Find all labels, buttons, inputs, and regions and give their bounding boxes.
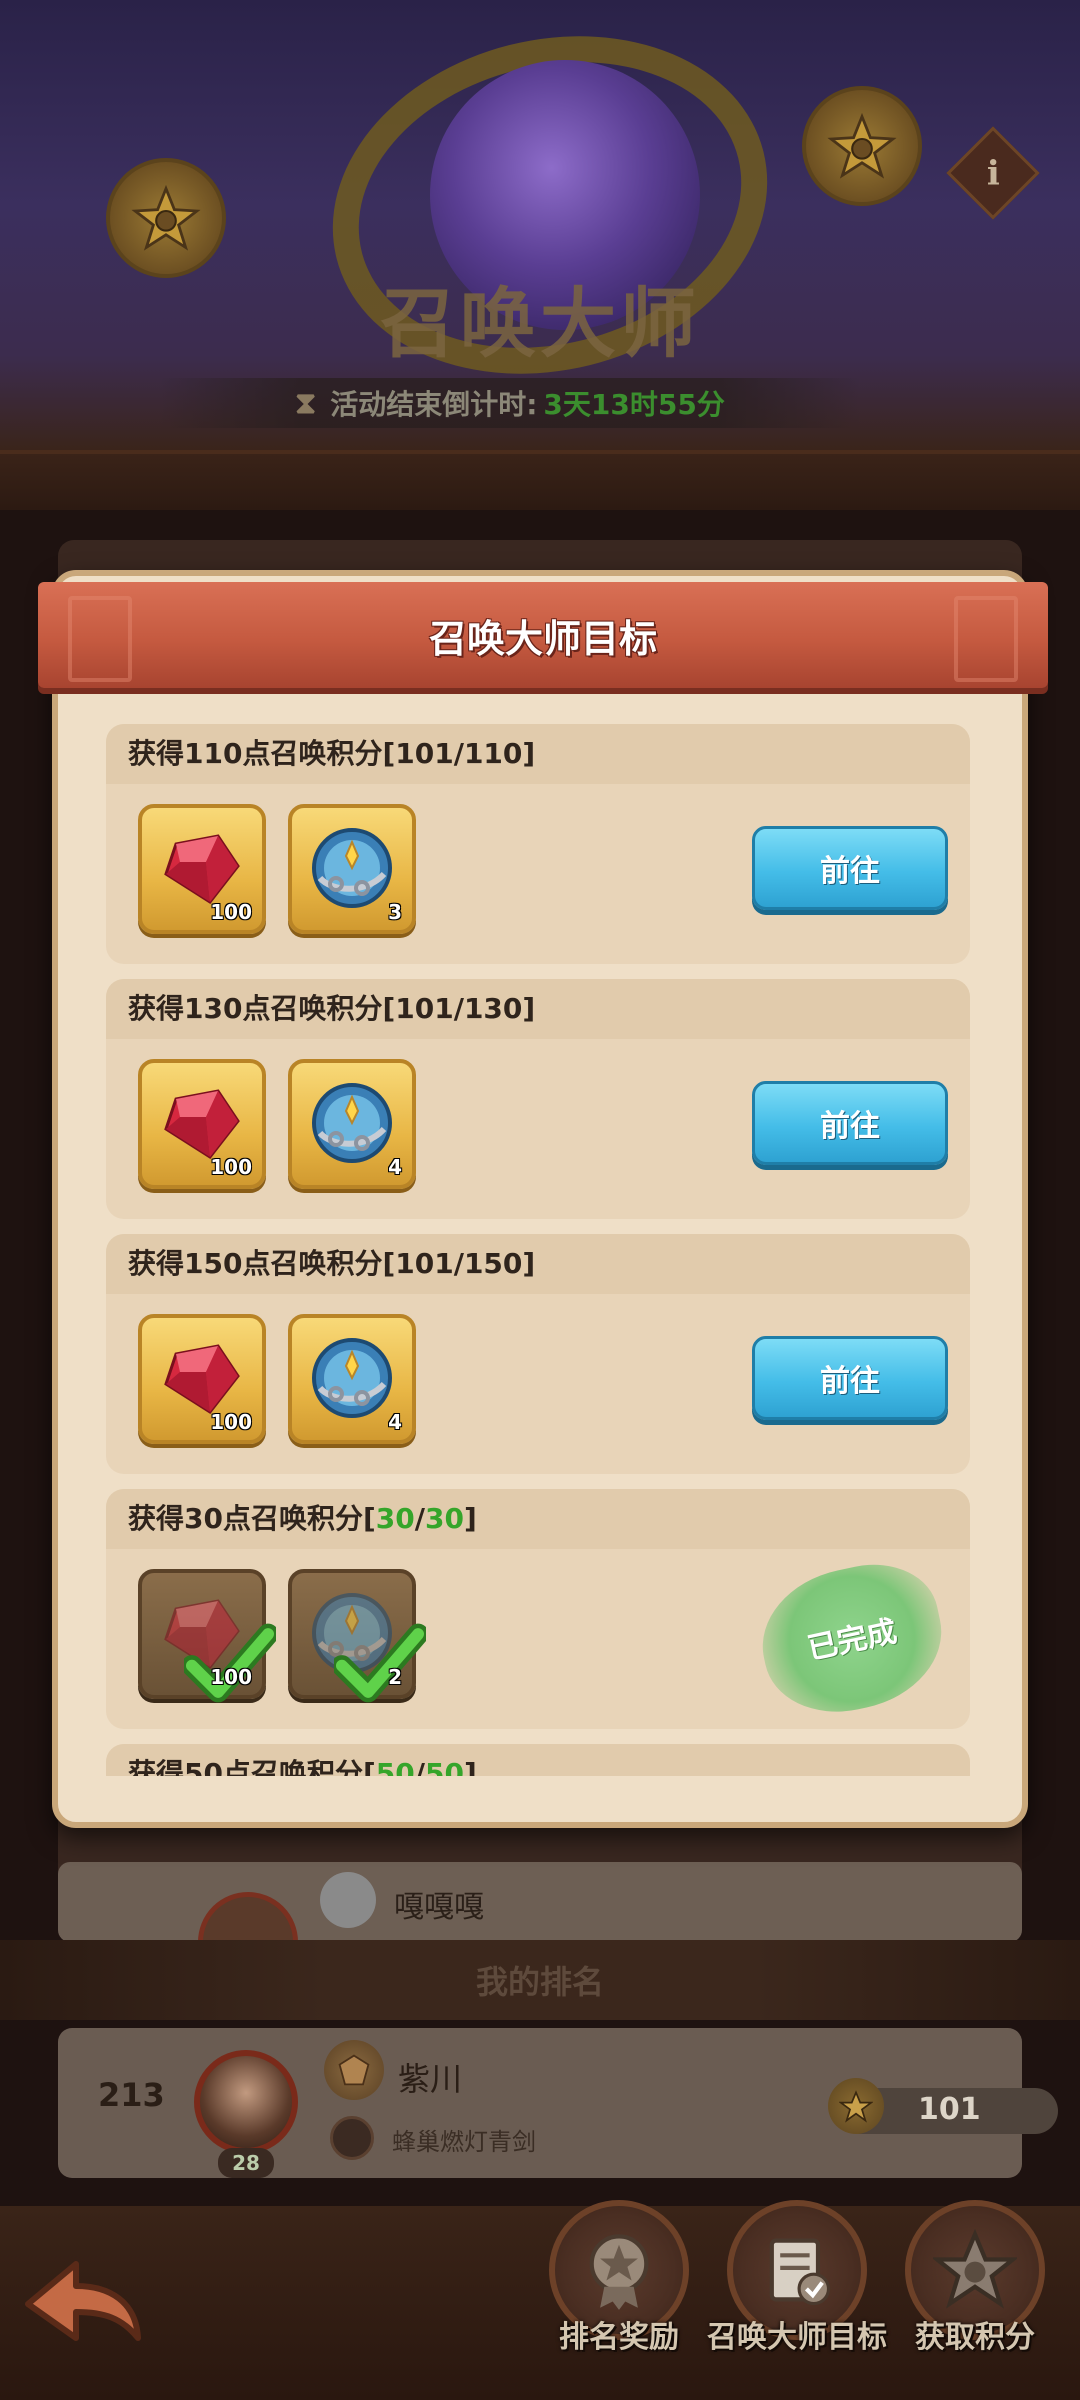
- progress-current: 101: [395, 1247, 454, 1280]
- reward-quantity: 100: [210, 1410, 252, 1434]
- goal-task: 获得50点召唤积分[50/50]: [106, 1744, 970, 1776]
- check-icon: [320, 1603, 426, 1703]
- reward-item[interactable]: 4: [288, 1059, 416, 1189]
- guild-name: 蜂巢燃灯青剑: [392, 2128, 536, 2156]
- my-score: 101: [918, 2092, 981, 2127]
- summon-goals-modal: 获得110点召唤积分[101/110] 100 3 前往 获得130点召唤积分[101/…: [52, 570, 1028, 1828]
- progress-current: 101: [395, 737, 454, 770]
- avatar[interactable]: [194, 2050, 298, 2154]
- task-list[interactable]: 获得110点召唤积分[101/110] 100 3 前往 获得130点召唤积分[101/…: [106, 724, 970, 1776]
- rank-badge-icon: [324, 2040, 384, 2100]
- goal-task: 获得130点召唤积分[101/130] 100 4 前往: [106, 979, 970, 1219]
- modal-title-ribbon: 召唤大师目标: [38, 582, 1048, 688]
- progress-separator: /: [453, 992, 464, 1025]
- progress-current: 50: [375, 1757, 415, 1776]
- progress-bracket: ]: [522, 737, 536, 770]
- goal-title-text: 获得130点召唤积分: [128, 992, 383, 1025]
- progress-current: 101: [395, 992, 454, 1025]
- progress-target: 110: [463, 737, 523, 770]
- reward-quantity: 100: [210, 1155, 252, 1179]
- my-rank-header: 我的排名: [0, 1940, 1080, 2020]
- goal-task: 获得110点召唤积分[101/110] 100 3 前往: [106, 724, 970, 964]
- progress-bracket: ]: [463, 1502, 477, 1535]
- progress-separator: /: [453, 737, 464, 770]
- my-rank-row[interactable]: 213 28 紫川 蜂巢燃灯青剑 101: [58, 2028, 1058, 2178]
- goal-task-title: 获得50点召唤积分[50/50]: [106, 1744, 970, 1776]
- progress-target: 50: [424, 1757, 464, 1776]
- back-button[interactable]: [18, 2246, 148, 2356]
- goal-task: 获得30点召唤积分[30/30] 100 2 已完成: [106, 1489, 970, 1729]
- go-button[interactable]: 前往: [752, 826, 948, 910]
- reward-item[interactable]: 100: [138, 1314, 266, 1444]
- reward-item[interactable]: 100: [138, 804, 266, 934]
- progress-bracket: [: [382, 1247, 396, 1280]
- progress-bracket: [: [382, 737, 396, 770]
- get-points-label: 获取积分: [915, 2320, 1035, 2355]
- summon-point-icon: [828, 2078, 884, 2134]
- my-rank-title: 我的排名: [475, 1963, 604, 2001]
- progress-target: 130: [463, 992, 523, 1025]
- goal-task-title: 获得130点召唤积分[101/130]: [106, 979, 970, 1039]
- progress-separator: /: [414, 1757, 425, 1776]
- go-button[interactable]: 前往: [752, 1336, 948, 1420]
- goal-task-title: 获得150点召唤积分[101/150]: [106, 1234, 970, 1294]
- progress-bracket: ]: [463, 1757, 477, 1776]
- player-level: 28: [218, 2148, 274, 2178]
- completed-stamp: 已完成: [749, 1551, 955, 1727]
- reward-quantity: 100: [210, 1665, 252, 1689]
- progress-current: 30: [375, 1502, 415, 1535]
- reward-item[interactable]: 3: [288, 804, 416, 934]
- go-button[interactable]: 前往: [752, 1081, 948, 1165]
- reward-quantity: 2: [388, 1665, 402, 1689]
- progress-target: 30: [424, 1502, 464, 1535]
- progress-separator: /: [414, 1502, 425, 1535]
- reward-item[interactable]: 100: [138, 1569, 276, 1703]
- reward-quantity: 4: [388, 1410, 402, 1434]
- goal-title-text: 获得30点召唤积分: [128, 1502, 363, 1535]
- player-name: 紫川: [398, 2060, 463, 2098]
- reward-quantity: 100: [210, 900, 252, 924]
- my-rank-position: 213: [98, 2076, 165, 2114]
- progress-bracket: ]: [522, 1247, 536, 1280]
- progress-bracket: [: [362, 1757, 376, 1776]
- summon-goals-button[interactable]: 召唤大师目标: [707, 2200, 887, 2400]
- goal-task-title: 获得30点召唤积分[30/30]: [106, 1489, 970, 1549]
- goal-title-text: 获得50点召唤积分: [128, 1757, 363, 1776]
- reward-item[interactable]: 100: [138, 1059, 266, 1189]
- progress-target: 150: [463, 1247, 523, 1280]
- goal-task: 获得150点召唤积分[101/150] 100 4 前往: [106, 1234, 970, 1474]
- app-root: 召唤大师 i ⧗ 活动结束倒计时: 3天13时55分 嘎嘎嘎 我的排名 213 …: [0, 0, 1080, 2400]
- progress-bracket: ]: [522, 992, 536, 1025]
- goal-title-text: 获得110点召唤积分: [128, 737, 383, 770]
- get-points-button[interactable]: 获取积分: [890, 2200, 1060, 2400]
- goal-title-text: 获得150点召唤积分: [128, 1247, 383, 1280]
- modal-title: 召唤大师目标: [428, 616, 657, 661]
- reward-item[interactable]: 4: [288, 1314, 416, 1444]
- progress-bracket: [: [362, 1502, 376, 1535]
- rank-rewards-button[interactable]: 排名奖励: [534, 2200, 704, 2400]
- check-icon: [170, 1603, 276, 1703]
- guild-icon: [330, 2116, 374, 2160]
- goal-task-title: 获得110点召唤积分[101/110]: [106, 724, 970, 784]
- reward-item[interactable]: 2: [288, 1569, 426, 1703]
- progress-separator: /: [453, 1247, 464, 1280]
- reward-quantity: 4: [388, 1155, 402, 1179]
- reward-quantity: 3: [388, 900, 402, 924]
- back-arrow-icon: [25, 2261, 141, 2341]
- progress-bracket: [: [382, 992, 396, 1025]
